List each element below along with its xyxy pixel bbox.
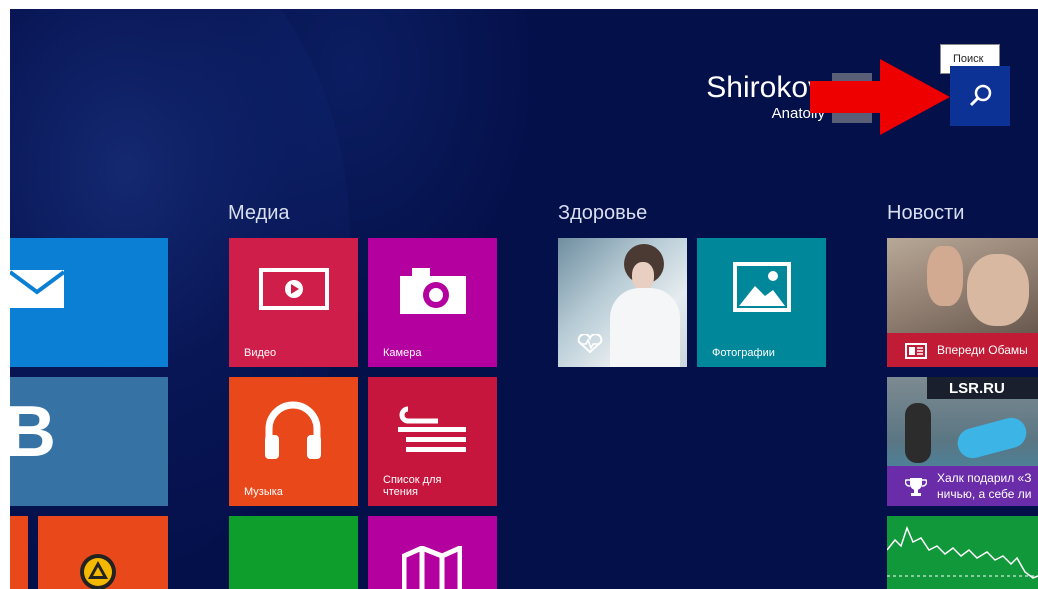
news-photo-head (967, 254, 1029, 326)
map-icon (402, 546, 462, 589)
camera-label: Камера (383, 347, 422, 359)
orange-tile-small[interactable] (10, 516, 28, 589)
annotation-arrow (810, 59, 950, 135)
news-caption-1: Впереди Обамы (887, 333, 1038, 367)
news-photo-hand (927, 246, 963, 306)
finance-tile[interactable] (887, 516, 1038, 589)
video-label: Видео (244, 347, 277, 359)
video-icon (259, 268, 329, 310)
sport-player-1 (905, 403, 931, 463)
reading-list-label-line1: Список для (383, 474, 442, 486)
group-title-media[interactable]: Медиа (228, 202, 290, 225)
camera-icon (400, 268, 466, 314)
reading-list-label: Список для чтения (383, 474, 441, 498)
reading-list-label-line2: чтения (383, 486, 418, 498)
news-headline-2-line1: Халк подарил «З (937, 471, 1032, 485)
trophy-icon (905, 478, 927, 496)
group-title-health[interactable]: Здоровье (558, 202, 647, 225)
stock-chart-icon (887, 525, 1038, 579)
mail-tile[interactable] (10, 238, 168, 367)
portrait-body (610, 288, 680, 367)
vk-letter: B (10, 392, 56, 472)
video-tile[interactable]: Видео (229, 238, 358, 367)
music-tile[interactable]: Музыка (229, 377, 358, 506)
aimp-tile[interactable] (38, 516, 168, 589)
health-tile[interactable] (558, 238, 687, 367)
mail-icon (10, 270, 66, 308)
photos-label: Фотографии (712, 347, 775, 359)
green-tile[interactable] (229, 516, 358, 589)
news-headline-1: Впереди Обамы (937, 343, 1028, 357)
music-label: Музыка (244, 486, 283, 498)
news-caption-2: Халк подарил «З ничью, а себе ли (887, 466, 1038, 506)
heart-pulse-icon (577, 334, 603, 354)
search-icon (969, 84, 992, 107)
aimp-icon (80, 554, 116, 589)
portrait-face (632, 262, 654, 290)
news-tile-1[interactable]: Впереди Обамы (887, 238, 1038, 367)
reading-list-tile[interactable]: Список для чтения (368, 377, 497, 506)
sport-banner: LSR.RU (927, 377, 1038, 399)
reading-list-icon (398, 406, 466, 452)
sport-news-tile[interactable]: LSR.RU Халк подарил «З ничью, а себе ли (887, 377, 1038, 506)
search-button[interactable] (950, 66, 1010, 126)
start-screen: Shirokov Anatoliy Поиск Медиа Здоровье Н… (10, 9, 1038, 589)
headphones-icon (265, 401, 321, 459)
maps-tile[interactable] (368, 516, 497, 589)
user-name[interactable]: Shirokov (706, 71, 823, 105)
search-tooltip-text: Поиск (953, 53, 984, 65)
vk-tile[interactable]: B (10, 377, 168, 506)
group-title-news[interactable]: Новости (887, 202, 964, 225)
photos-icon (733, 262, 791, 312)
news-headline-2-line2: ничью, а себе ли (937, 487, 1032, 501)
newspaper-icon (905, 343, 927, 359)
camera-tile[interactable]: Камера (368, 238, 497, 367)
photos-tile[interactable]: Фотографии (697, 238, 826, 367)
sport-banner-text: LSR.RU (949, 380, 1005, 397)
sport-player-2 (954, 414, 1030, 462)
